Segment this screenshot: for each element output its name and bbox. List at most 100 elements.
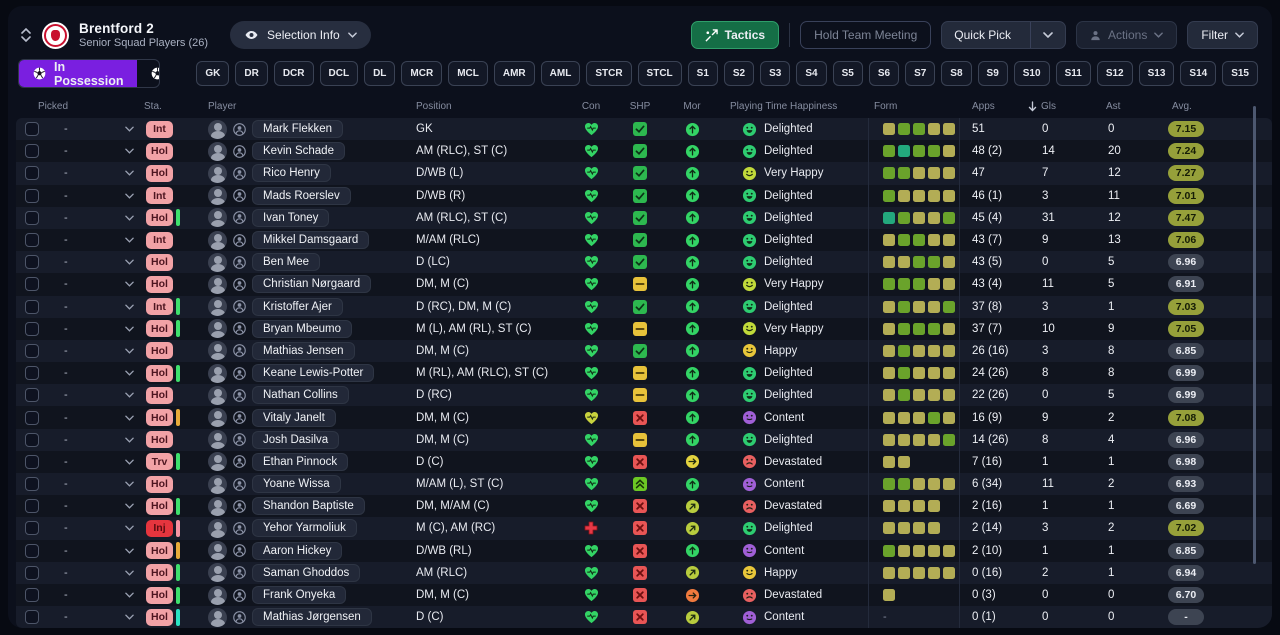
picked-dropdown[interactable]: - [48, 185, 144, 207]
picked-dropdown[interactable]: - [48, 207, 144, 229]
row-checkbox[interactable] [25, 432, 39, 447]
player-name[interactable]: Kevin Schade [252, 142, 345, 161]
player-name[interactable]: Christian Nørgaard [252, 275, 372, 294]
column-header-sta[interactable]: Sta. [144, 101, 208, 112]
picked-dropdown[interactable]: - [48, 451, 144, 473]
player-profile-icon[interactable] [233, 144, 246, 158]
player-name[interactable]: Ben Mee [252, 253, 321, 272]
column-header-picked[interactable]: Picked [16, 101, 144, 112]
column-header-position[interactable]: Position [416, 101, 568, 112]
player-profile-icon[interactable] [233, 300, 246, 313]
tab-out-of-possession[interactable]: Out of Possession [137, 60, 160, 87]
picked-dropdown[interactable]: - [48, 362, 144, 384]
row-checkbox[interactable] [25, 255, 39, 270]
picked-dropdown[interactable]: - [48, 140, 144, 162]
position-filter-s6[interactable]: S6 [868, 61, 900, 86]
row-checkbox[interactable] [25, 233, 39, 248]
column-header-shp[interactable]: SHP [614, 101, 666, 112]
player-profile-icon[interactable] [233, 588, 246, 602]
player-profile-icon[interactable] [233, 122, 246, 136]
player-name[interactable]: Nathan Collins [252, 386, 349, 405]
hold-team-meeting-button[interactable]: Hold Team Meeting [800, 21, 932, 49]
position-filter-s13[interactable]: S13 [1138, 61, 1175, 86]
row-checkbox[interactable] [25, 610, 39, 625]
row-checkbox[interactable] [25, 144, 39, 159]
sort-descending-icon[interactable] [1028, 100, 1037, 112]
position-filter-aml[interactable]: AML [540, 61, 581, 86]
player-name[interactable]: Rico Henry [252, 164, 331, 183]
position-filter-gk[interactable]: GK [196, 61, 230, 86]
row-checkbox[interactable] [25, 299, 39, 314]
column-header-gls[interactable]: Gls [1028, 101, 1094, 112]
vertical-scrollbar[interactable] [1253, 106, 1256, 564]
player-name[interactable]: Saman Ghoddos [252, 563, 361, 582]
player-profile-icon[interactable] [233, 344, 246, 358]
position-filter-mcl[interactable]: MCL [448, 61, 488, 86]
picked-dropdown[interactable]: - [48, 584, 144, 606]
row-checkbox[interactable] [25, 565, 39, 580]
player-name[interactable]: Josh Dasilva [252, 430, 340, 449]
column-header-ast[interactable]: Ast [1094, 101, 1160, 112]
player-profile-icon[interactable] [233, 322, 246, 336]
player-profile-icon[interactable] [233, 211, 246, 225]
position-filter-s12[interactable]: S12 [1096, 61, 1133, 86]
player-profile-icon[interactable] [233, 610, 246, 624]
position-filter-dcr[interactable]: DCR [273, 61, 314, 86]
player-name[interactable]: Ethan Pinnock [252, 452, 349, 471]
player-name[interactable]: Mikkel Damsgaard [252, 231, 370, 250]
tactics-button[interactable]: Tactics [690, 21, 780, 49]
player-profile-icon[interactable] [233, 477, 246, 491]
position-filter-amr[interactable]: AMR [493, 61, 535, 86]
player-profile-icon[interactable] [233, 255, 246, 269]
position-filter-s11[interactable]: S11 [1055, 61, 1091, 86]
player-name[interactable]: Mark Flekken [252, 120, 344, 139]
column-header-mor[interactable]: Mor [666, 101, 718, 112]
row-checkbox[interactable] [25, 210, 39, 225]
row-checkbox[interactable] [25, 410, 39, 425]
row-checkbox[interactable] [25, 521, 39, 536]
player-profile-icon[interactable] [233, 389, 246, 402]
picked-dropdown[interactable]: - [48, 562, 144, 584]
column-header-avg[interactable]: Avg. [1160, 101, 1252, 112]
picked-dropdown[interactable]: - [48, 340, 144, 362]
selection-info-button[interactable]: Selection Info [230, 21, 371, 49]
column-header-apps[interactable]: Apps [960, 101, 1028, 112]
quick-pick-button[interactable]: Quick Pick [941, 21, 1066, 49]
player-profile-icon[interactable] [233, 366, 246, 380]
player-profile-icon[interactable] [233, 189, 246, 202]
picked-dropdown[interactable]: - [48, 296, 144, 318]
position-filter-s10[interactable]: S10 [1013, 61, 1050, 86]
column-header-playing-time-happiness[interactable]: Playing Time Happiness [718, 101, 868, 112]
player-name[interactable]: Mathias Jensen [252, 341, 355, 360]
player-name[interactable]: Aaron Hickey [252, 541, 343, 560]
position-filter-dl[interactable]: DL [364, 61, 396, 86]
player-name[interactable]: Mathias Jørgensen [252, 608, 372, 627]
player-profile-icon[interactable] [233, 411, 246, 424]
column-header-player[interactable]: Player [208, 101, 416, 112]
row-checkbox[interactable] [25, 188, 39, 203]
position-filter-s3[interactable]: S3 [760, 61, 791, 86]
picked-dropdown[interactable]: - [48, 384, 144, 406]
picked-dropdown[interactable]: - [48, 406, 144, 428]
player-profile-icon[interactable] [233, 566, 246, 580]
player-name[interactable]: Mads Roerslev [252, 186, 351, 205]
position-filter-dcl[interactable]: DCL [319, 61, 359, 86]
player-profile-icon[interactable] [233, 455, 246, 469]
player-name[interactable]: Keane Lewis-Potter [252, 364, 375, 383]
row-checkbox[interactable] [25, 366, 39, 381]
picked-dropdown[interactable]: - [48, 540, 144, 562]
position-filter-stcr[interactable]: STCR [586, 61, 632, 86]
picked-dropdown[interactable]: - [48, 517, 144, 539]
player-profile-icon[interactable] [233, 233, 246, 247]
position-filter-mcr[interactable]: MCR [401, 61, 443, 86]
picked-dropdown[interactable]: - [48, 473, 144, 495]
player-name[interactable]: Kristoffer Ajer [252, 297, 343, 316]
player-name[interactable]: Bryan Mbeumo [252, 319, 352, 338]
position-filter-s2[interactable]: S2 [723, 61, 755, 86]
player-name[interactable]: Shandon Baptiste [252, 497, 365, 516]
player-profile-icon[interactable] [233, 522, 246, 535]
chevron-down-icon[interactable] [21, 36, 31, 42]
picked-dropdown[interactable]: - [48, 229, 144, 251]
player-name[interactable]: Yehor Yarmoliuk [252, 519, 357, 538]
picked-dropdown[interactable]: - [48, 118, 144, 140]
